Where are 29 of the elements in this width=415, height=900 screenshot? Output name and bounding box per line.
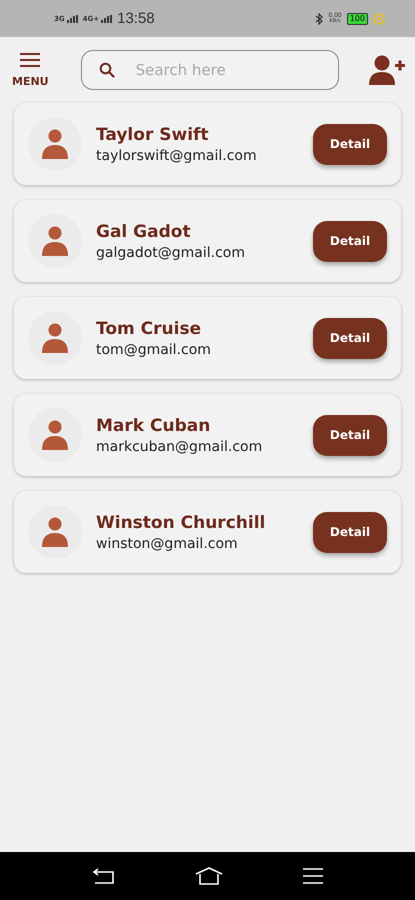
menu-icon[interactable] xyxy=(302,868,322,884)
detail-button[interactable]: Detail xyxy=(313,414,387,456)
contact-name: Winston Churchill xyxy=(96,512,266,532)
contact-name: Taylor Swift xyxy=(96,124,210,144)
battery-indicator: 100 xyxy=(346,12,368,24)
search-field[interactable]: Search here xyxy=(80,50,339,90)
signal-icon xyxy=(66,14,79,22)
add-user-icon xyxy=(369,55,405,85)
contact-email: winston@gmail.com xyxy=(96,536,239,552)
add-user-button[interactable] xyxy=(369,55,405,85)
menu-button[interactable]: MENU xyxy=(12,52,49,88)
contact-email: tom@gmail.com xyxy=(96,342,212,358)
home-icon[interactable] xyxy=(194,867,222,885)
bluetooth-icon xyxy=(315,12,324,24)
clock-time: 13:58 xyxy=(117,10,155,27)
contact-email: taylorswift@gmail.com xyxy=(96,148,258,164)
contact-name: Gal Gadot xyxy=(96,222,192,242)
contact-email: markcuban@gmail.com xyxy=(96,438,264,454)
detail-button[interactable]: Detail xyxy=(313,512,387,552)
contact-name: Mark Cuban xyxy=(96,416,212,436)
contact-name: Tom Cruise xyxy=(96,318,202,338)
charging-icon xyxy=(373,12,385,24)
back-icon[interactable] xyxy=(92,868,114,884)
detail-button[interactable]: Detail xyxy=(313,124,387,164)
signal-icon xyxy=(101,14,114,22)
menu-icon xyxy=(20,52,40,66)
detail-button[interactable]: Detail xyxy=(313,220,387,262)
contact-email: galgadot@gmail.com xyxy=(96,244,246,260)
detail-button[interactable]: Detail xyxy=(313,318,387,358)
